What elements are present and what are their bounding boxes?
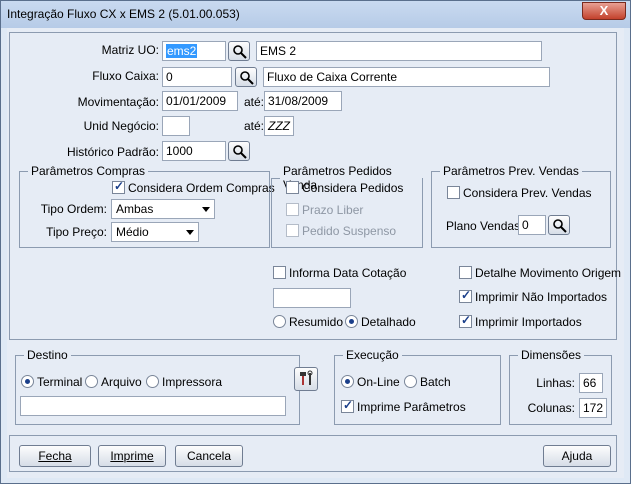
- destino-legend: Destino: [27, 348, 68, 362]
- pedido-suspenso-label: Pedido Suspenso: [302, 224, 397, 238]
- colunas-label: Colunas:: [527, 401, 575, 415]
- considera-pedidos-checkbox[interactable]: [286, 181, 299, 194]
- plano-vendas-zoom-button[interactable]: [548, 215, 570, 235]
- imprimir-nao-importados-label: Imprimir Não Importados: [475, 290, 608, 304]
- detalhe-movimento-checkbox[interactable]: [459, 266, 472, 279]
- fluxo-caixa-description: Fluxo de Caixa Corrente: [263, 67, 550, 87]
- resumido-radio[interactable]: [273, 315, 286, 328]
- movimentacao-label: Movimentação:: [77, 95, 159, 109]
- linhas-label: Linhas:: [536, 376, 575, 390]
- online-label: On-Line: [357, 375, 400, 389]
- colunas-input[interactable]: 172: [579, 398, 607, 418]
- tipo-preco-label: Tipo Preço:: [46, 225, 107, 239]
- dimensoes-legend: Dimensões: [521, 348, 582, 362]
- imprimir-importados-checkbox[interactable]: [459, 313, 472, 328]
- tipo-ordem-label: Tipo Ordem:: [40, 202, 107, 216]
- historico-zoom-button[interactable]: [228, 141, 250, 161]
- matriz-uo-description: EMS 2: [256, 41, 542, 61]
- arquivo-label: Arquivo: [101, 375, 142, 389]
- fluxo-caixa-label: Fluxo Caixa:: [92, 69, 159, 83]
- tipo-ordem-select[interactable]: Ambas: [111, 199, 215, 219]
- imprime-button[interactable]: Imprime: [98, 445, 166, 467]
- ajuda-button[interactable]: Ajuda: [543, 445, 611, 467]
- compras-legend: Parâmetros Compras: [31, 164, 146, 178]
- historico-padrao-label: Histórico Padrão:: [66, 145, 159, 159]
- considera-prev-label: Considera Prev. Vendas: [463, 186, 592, 200]
- magnifier-icon: [233, 145, 247, 159]
- title-bar: Integração Fluxo CX x EMS 2 (5.01.00.053…: [1, 1, 630, 28]
- configure-output-button[interactable]: [294, 367, 318, 391]
- chevron-down-icon: [202, 207, 210, 212]
- historico-padrao-input[interactable]: 1000: [162, 141, 226, 161]
- batch-radio[interactable]: [404, 375, 417, 388]
- imprime-parametros-checkbox[interactable]: [341, 398, 354, 413]
- unid-negocio-label: Unid Negócio:: [83, 119, 159, 133]
- fecha-button[interactable]: Fecha: [19, 445, 91, 467]
- detalhado-label: Detalhado: [361, 315, 416, 329]
- movimentacao-start-input[interactable]: 01/01/2009: [162, 91, 238, 111]
- online-radio[interactable]: [341, 375, 354, 388]
- arquivo-radio[interactable]: [85, 375, 98, 388]
- tipo-preco-select[interactable]: Médio: [111, 222, 199, 242]
- plano-vendas-label: Plano Vendas:: [446, 219, 524, 233]
- considera-ordem-label: Considera Ordem Compras: [128, 181, 275, 195]
- data-cotacao-input[interactable]: [273, 288, 351, 308]
- unid-negocio-ate-label: até:: [244, 119, 265, 133]
- detalhe-movimento-label: Detalhe Movimento Origem: [475, 266, 622, 280]
- movimentacao-ate-label: até:: [244, 95, 265, 109]
- considera-ordem-checkbox[interactable]: [112, 179, 125, 194]
- resumido-label: Resumido: [289, 315, 344, 329]
- imprime-parametros-label: Imprime Parâmetros: [357, 400, 466, 414]
- unid-negocio-end-input[interactable]: ZZZ: [264, 116, 294, 136]
- movimentacao-end-input[interactable]: 31/08/2009: [264, 91, 342, 111]
- matriz-uo-zoom-button[interactable]: [228, 41, 250, 61]
- fluxo-caixa-zoom-button[interactable]: [235, 67, 257, 87]
- dialog-body: Matriz UO: ems2 EMS 2 Fluxo Caixa: 0 Flu…: [7, 28, 624, 478]
- prazo-liber-label: Prazo Liber: [302, 203, 364, 217]
- prev-vendas-legend: Parâmetros Prev. Vendas: [443, 164, 579, 178]
- fluxo-caixa-input[interactable]: 0: [162, 67, 232, 87]
- informa-data-checkbox[interactable]: [273, 266, 286, 279]
- prazo-liber-checkbox[interactable]: [286, 203, 299, 216]
- cancela-button[interactable]: Cancela: [175, 445, 243, 467]
- informa-data-label: Informa Data Cotação: [289, 266, 407, 280]
- impressora-label: Impressora: [162, 375, 223, 389]
- considera-pedidos-label: Considera Pedidos: [302, 181, 404, 195]
- magnifier-icon: [233, 45, 247, 59]
- pedido-suspenso-checkbox[interactable]: [286, 224, 299, 237]
- unid-negocio-start-input[interactable]: [162, 116, 190, 136]
- prev-vendas-group: Parâmetros Prev. Vendas: [431, 164, 611, 248]
- terminal-radio[interactable]: [21, 375, 34, 388]
- dialog-window: Integração Fluxo CX x EMS 2 (5.01.00.053…: [0, 0, 631, 484]
- matriz-uo-label: Matriz UO:: [101, 43, 159, 57]
- chevron-down-icon: [186, 230, 194, 235]
- imprimir-importados-label: Imprimir Importados: [475, 315, 582, 329]
- terminal-label: Terminal: [37, 375, 83, 389]
- window-title: Integração Fluxo CX x EMS 2 (5.01.00.053…: [7, 7, 240, 21]
- matriz-uo-input[interactable]: ems2: [162, 41, 226, 61]
- destino-path-input[interactable]: [20, 396, 286, 416]
- tools-icon: [300, 370, 313, 385]
- impressora-radio[interactable]: [146, 375, 159, 388]
- detalhado-radio[interactable]: [345, 315, 358, 328]
- magnifier-icon: [553, 219, 567, 233]
- linhas-input[interactable]: 66: [579, 373, 603, 393]
- execucao-legend: Execução: [346, 348, 399, 362]
- plano-vendas-input[interactable]: 0: [518, 215, 546, 235]
- imprimir-nao-importados-checkbox[interactable]: [459, 288, 472, 303]
- considera-prev-checkbox[interactable]: [447, 186, 460, 199]
- batch-label: Batch: [420, 375, 451, 389]
- close-button[interactable]: X: [582, 2, 626, 20]
- magnifier-icon: [240, 71, 254, 85]
